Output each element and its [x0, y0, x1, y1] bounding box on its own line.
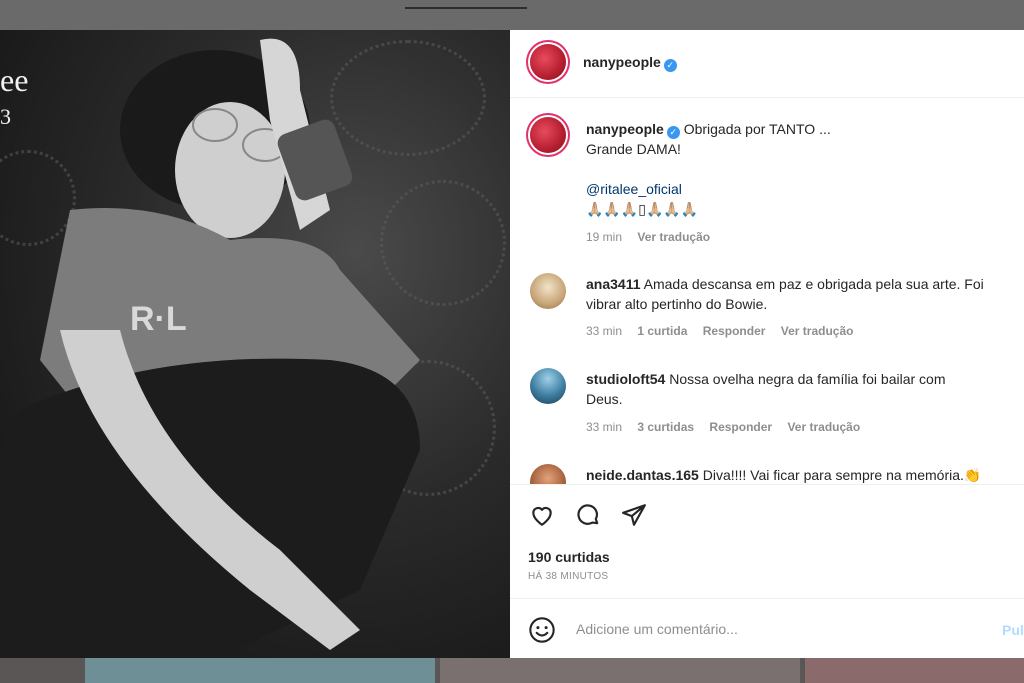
comment-avatar[interactable] — [530, 273, 566, 309]
divider — [510, 484, 1024, 485]
mention-link[interactable]: @ritalee_oficial — [586, 181, 682, 197]
caption-text: Grande DAMA! — [586, 141, 681, 157]
comment-text: Deus. — [586, 391, 623, 407]
comment-icon[interactable] — [574, 502, 602, 528]
emoji-text: 🙏🏼🙏🏼🙏🏼▯🙏🏼🙏🏼🙏🏼 — [586, 201, 699, 217]
comment-username[interactable]: neide.dantas.165 — [586, 467, 699, 483]
feed-thumbnail — [440, 658, 800, 683]
comment: neide.dantas.165 Diva!!!! Vai ficar para… — [586, 465, 1024, 484]
comment-time[interactable]: 33 min — [586, 324, 622, 338]
post-photo[interactable]: R·L ee 3 — [0, 30, 510, 658]
comment-username[interactable]: studioloft54 — [586, 371, 665, 387]
feed-thumbnail — [805, 658, 1024, 683]
caption-time[interactable]: 19 min — [586, 230, 622, 244]
header-user: nanypeople ✓ — [583, 54, 677, 72]
svg-text:R·L: R·L — [130, 300, 187, 338]
caption-username[interactable]: nanypeople — [586, 121, 664, 137]
smiley-icon[interactable] — [528, 616, 556, 644]
reply-link[interactable]: Responder — [709, 420, 772, 434]
comment-username[interactable]: ana3411 — [586, 276, 641, 292]
photo-overlay-text: 3 — [0, 104, 11, 129]
post-detail-panel: nanypeople ✓ nanypeople ✓ Obrigada por TAN… — [510, 30, 1024, 658]
see-translation-link[interactable]: Ver tradução — [781, 324, 854, 338]
verified-badge-icon: ✓ — [666, 126, 680, 139]
comment: studioloft54 Nossa ovelha negra da famíl… — [586, 369, 1016, 409]
comment-text: Nossa ovelha negra da família foi bailar… — [669, 371, 946, 387]
comment-text: Amada descansa em paz e obrigada pela su… — [643, 276, 984, 292]
comment-time[interactable]: 33 min — [586, 420, 622, 434]
comment-likes[interactable]: 1 curtida — [637, 324, 687, 338]
author-username[interactable]: nanypeople — [583, 54, 661, 70]
caption-text: Obrigada por TANTO ... — [683, 121, 831, 137]
divider — [510, 598, 1024, 599]
feed-thumbnail — [85, 658, 435, 683]
photo-overlay-text: ee — [0, 62, 29, 98]
comment-meta: 33 min 3 curtidas Responder Ver tradução — [586, 420, 872, 434]
comment-avatar[interactable] — [530, 464, 566, 484]
comment: ana3411 Amada descansa em paz e obrigada… — [586, 274, 1024, 314]
caption-meta: 19 min Ver tradução — [586, 230, 722, 244]
likes-count[interactable]: 190 curtidas — [528, 549, 610, 565]
reply-link[interactable]: Responder — [703, 324, 766, 338]
see-translation-link[interactable]: Ver tradução — [637, 230, 710, 244]
comment-clip: neide.dantas.165 Diva!!!! Vai ficar para… — [510, 458, 1024, 484]
caption-avatar[interactable] — [530, 117, 566, 153]
comment-text: Diva!!!! Vai ficar para sempre na memóri… — [702, 467, 982, 483]
drag-handle[interactable] — [405, 7, 527, 9]
comment-likes[interactable]: 3 curtidas — [637, 420, 694, 434]
comment-input[interactable] — [574, 620, 958, 638]
see-translation-link[interactable]: Ver tradução — [787, 420, 860, 434]
browser-top-bar — [0, 0, 1024, 30]
post-time-ago[interactable]: HÁ 38 MINUTOS — [528, 571, 608, 582]
author-avatar[interactable] — [530, 44, 566, 80]
verified-badge-icon: ✓ — [663, 59, 677, 72]
heart-icon[interactable] — [528, 502, 556, 528]
paper-plane-icon[interactable] — [620, 502, 648, 528]
publish-button[interactable]: Pul — [1002, 622, 1024, 638]
comment-text: vibrar alto pertinho do Bowie. — [586, 296, 768, 312]
divider — [510, 97, 1024, 98]
caption: nanypeople ✓ Obrigada por TANTO ... Grand… — [586, 119, 1006, 219]
portrait-illustration: R·L — [0, 38, 420, 658]
comment-meta: 33 min 1 curtida Responder Ver tradução — [586, 324, 865, 338]
feed-background-strip — [0, 658, 1024, 683]
comment-avatar[interactable] — [530, 368, 566, 404]
